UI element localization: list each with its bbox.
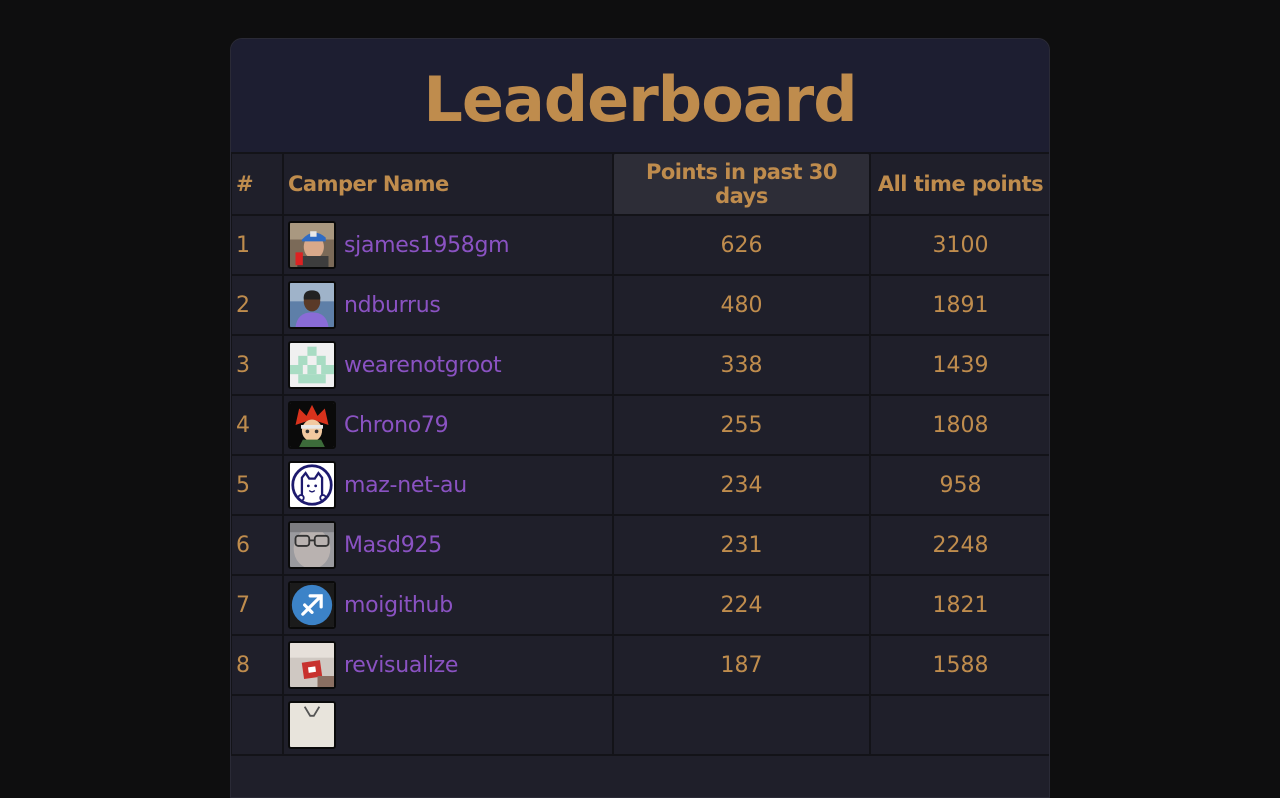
- alltime-points-cell: [869, 694, 1049, 756]
- rank-cell: 6: [231, 514, 284, 576]
- leaderboard-panel: Leaderboard # Camper Name Points in past…: [230, 38, 1050, 798]
- camper-cell: wearenotgroot: [282, 334, 614, 396]
- column-header-camper-name: Camper Name: [282, 152, 614, 216]
- alltime-points-cell: 958: [869, 454, 1049, 516]
- camper-cell: [282, 694, 614, 756]
- avatar-photo-card-icon: [288, 641, 336, 689]
- alltime-points-cell: 1821: [869, 574, 1049, 636]
- camper-cell: revisualize: [282, 634, 614, 696]
- recent-points-cell: 480: [612, 274, 871, 336]
- rank-cell: 7: [231, 574, 284, 636]
- leaderboard-table: # Camper Name Points in past 30 days All…: [231, 152, 1049, 756]
- alltime-points-cell: 2248: [869, 514, 1049, 576]
- sort-by-alltime-button[interactable]: All time points: [878, 172, 1044, 196]
- avatar-cat-drawing-icon: [288, 461, 336, 509]
- rank-cell: 1: [231, 214, 284, 276]
- table-row: 3 wearenotgroot 338 1439: [231, 334, 1049, 396]
- camper-link[interactable]: sjames1958gm: [344, 233, 510, 258]
- rank-cell: 5: [231, 454, 284, 516]
- recent-points-cell: [612, 694, 871, 756]
- camper-cell: moigithub: [282, 574, 614, 636]
- alltime-points-cell: 1808: [869, 394, 1049, 456]
- rank-cell: 8: [231, 634, 284, 696]
- camper-cell: sjames1958gm: [282, 214, 614, 276]
- table-row: [231, 694, 1049, 756]
- rank-cell: 4: [231, 394, 284, 456]
- column-header-alltime-points[interactable]: All time points: [869, 152, 1049, 216]
- alltime-points-cell: 3100: [869, 214, 1049, 276]
- camper-link[interactable]: Masd925: [344, 533, 442, 558]
- column-header-recent-points[interactable]: Points in past 30 days: [612, 152, 871, 216]
- avatar-photo-glasses-icon: [288, 521, 336, 569]
- camper-link[interactable]: moigithub: [344, 593, 453, 618]
- recent-points-cell: 187: [612, 634, 871, 696]
- camper-link[interactable]: Chrono79: [344, 413, 449, 438]
- avatar-sagittarius-icon: [288, 581, 336, 629]
- rank-cell: [231, 694, 284, 756]
- alltime-points-cell: 1439: [869, 334, 1049, 396]
- alltime-points-cell: 1891: [869, 274, 1049, 336]
- recent-points-cell: 255: [612, 394, 871, 456]
- page-title: Leaderboard: [423, 63, 857, 136]
- avatar-identicon-icon: [288, 341, 336, 389]
- recent-points-cell: 338: [612, 334, 871, 396]
- rank-cell: 3: [231, 334, 284, 396]
- alltime-points-cell: 1588: [869, 634, 1049, 696]
- table-header-row: # Camper Name Points in past 30 days All…: [231, 152, 1049, 216]
- camper-link[interactable]: wearenotgroot: [344, 353, 502, 378]
- recent-points-cell: 626: [612, 214, 871, 276]
- camper-cell: maz-net-au: [282, 454, 614, 516]
- table-row: 1 sjames1958gm 626 3100: [231, 214, 1049, 276]
- table-row: 5 maz-net-au 234 958: [231, 454, 1049, 516]
- avatar-photo-man-icon: [288, 281, 336, 329]
- camper-link[interactable]: ndburrus: [344, 293, 441, 318]
- recent-points-cell: 234: [612, 454, 871, 516]
- camper-link[interactable]: revisualize: [344, 653, 458, 678]
- avatar-photo-man-cap-icon: [288, 221, 336, 269]
- sort-by-recent-button[interactable]: Points in past 30 days: [614, 154, 869, 214]
- table-row: 7 moigithub 224 1821: [231, 574, 1049, 636]
- camper-cell: ndburrus: [282, 274, 614, 336]
- table-row: 6 Masd925 231 2248: [231, 514, 1049, 576]
- avatar-anime-character-icon: [288, 401, 336, 449]
- table-row: 8 revisualize 187 1588: [231, 634, 1049, 696]
- rank-cell: 2: [231, 274, 284, 336]
- camper-cell: Chrono79: [282, 394, 614, 456]
- recent-points-cell: 224: [612, 574, 871, 636]
- table-row: 4 Chrono79 255 1808: [231, 394, 1049, 456]
- recent-points-cell: 231: [612, 514, 871, 576]
- column-header-rank: #: [231, 152, 284, 216]
- camper-link[interactable]: maz-net-au: [344, 473, 467, 498]
- avatar-partial-icon: [288, 701, 336, 749]
- table-row: 2 ndburrus 480 1891: [231, 274, 1049, 336]
- camper-cell: Masd925: [282, 514, 614, 576]
- leaderboard-header: Leaderboard: [231, 39, 1049, 152]
